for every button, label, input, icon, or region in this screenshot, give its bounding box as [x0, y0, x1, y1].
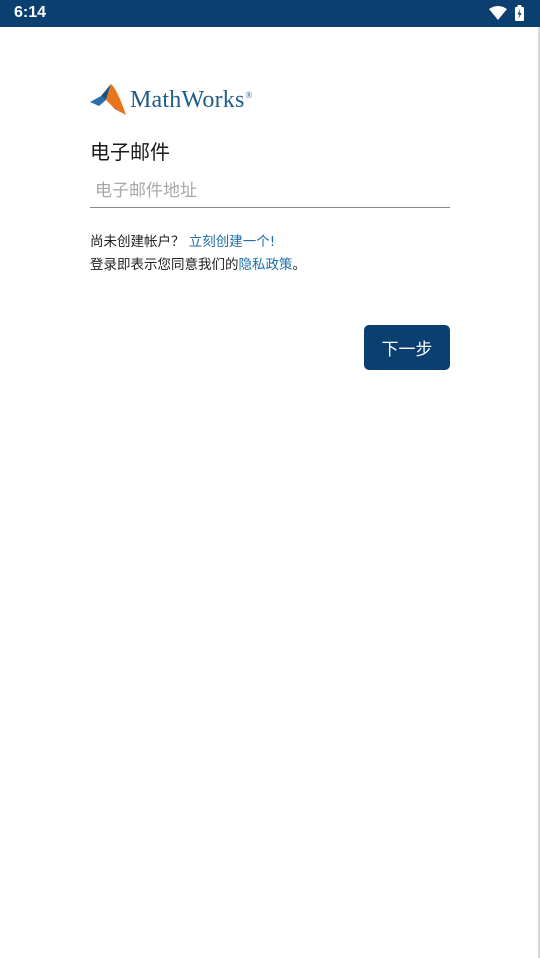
privacy-policy-link[interactable]: 隐私政策 [239, 257, 293, 273]
wifi-icon [489, 6, 507, 20]
email-input[interactable] [90, 174, 450, 208]
next-button[interactable]: 下一步 [364, 325, 450, 370]
matlab-membrane-logo [90, 84, 126, 115]
privacy-line: 登录即表示您同意我们的隐私政策。 [90, 253, 306, 273]
signup-prompt: 尚未创建帐户？ [90, 234, 185, 250]
privacy-prefix: 登录即表示您同意我们的 [90, 257, 239, 273]
status-bar: 6:14 [0, 0, 540, 27]
status-time: 6:14 [14, 4, 47, 21]
privacy-suffix: 。 [292, 257, 307, 273]
email-label: 电子邮件 [90, 140, 170, 164]
logo-wordmark: MathWorks® [130, 86, 253, 113]
status-icons [489, 5, 524, 21]
battery-icon [515, 5, 524, 21]
mathworks-logo: MathWorks® [90, 82, 253, 118]
registered-mark: ® [245, 89, 253, 100]
signup-line: 尚未创建帐户？ 立刻创建一个! [90, 230, 275, 250]
create-account-link[interactable]: 立刻创建一个! [189, 234, 275, 250]
